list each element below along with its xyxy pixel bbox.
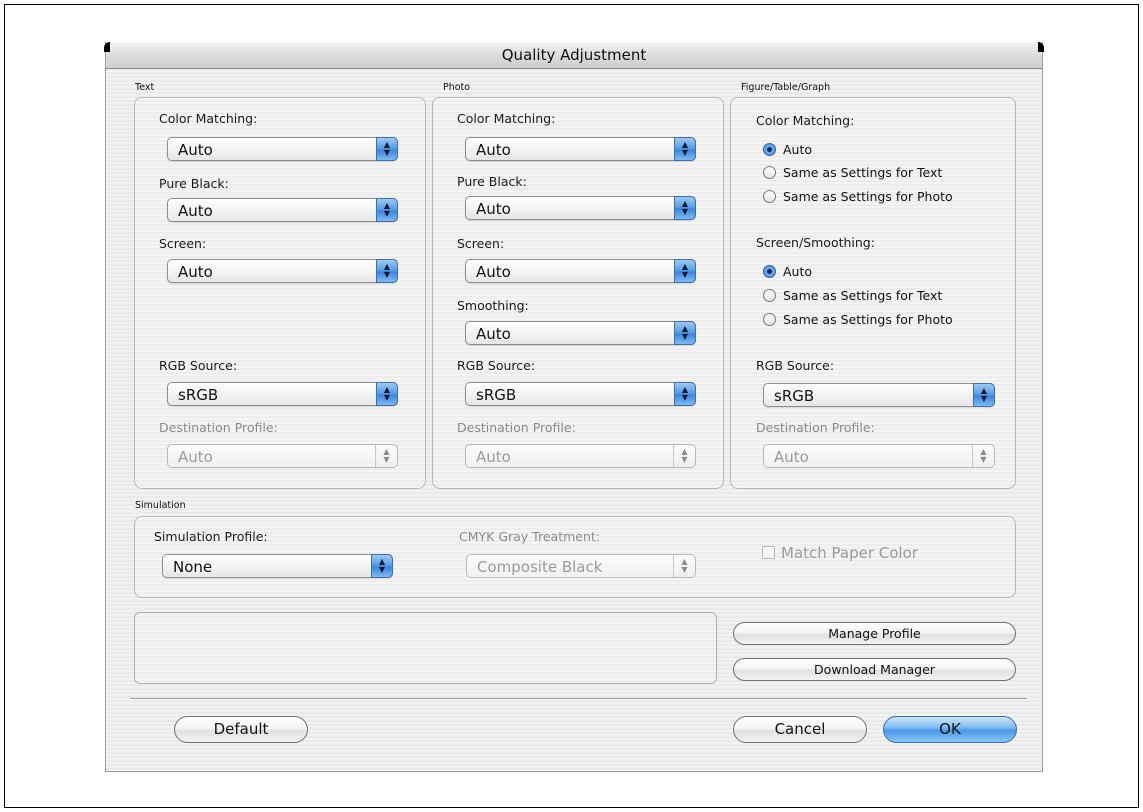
- manage-profile-button[interactable]: Manage Profile: [733, 622, 1016, 645]
- cancel-button[interactable]: Cancel: [733, 716, 867, 743]
- text-destination-profile-popup: Auto ▲ ▼: [167, 444, 398, 468]
- text-color-matching-popup[interactable]: Auto ▲ ▼: [167, 137, 398, 161]
- figure-destination-profile-popup: Auto ▲ ▼: [763, 444, 995, 468]
- match-paper-color-checkbox: Match Paper Color: [762, 544, 918, 562]
- text-rgb-source-label: RGB Source:: [159, 358, 238, 373]
- up-down-arrows-icon: ▲ ▼: [376, 137, 398, 161]
- up-down-arrows-icon: ▲ ▼: [972, 445, 994, 467]
- radio-icon: [763, 190, 776, 203]
- radio-selected-icon: [763, 265, 776, 278]
- popup-value: Auto: [476, 263, 511, 281]
- figure-ss-radio-same-text[interactable]: Same as Settings for Text: [763, 288, 942, 303]
- radio-label: Same as Settings for Text: [783, 165, 943, 180]
- message-area: [134, 612, 717, 684]
- radio-label: Auto: [783, 142, 813, 157]
- figure-group-label: Figure/Table/Graph: [741, 82, 831, 93]
- up-down-arrows-icon: ▲ ▼: [376, 382, 398, 406]
- photo-pure-black-popup[interactable]: Auto ▲ ▼: [465, 196, 696, 220]
- radio-label: Same as Settings for Photo: [783, 312, 953, 327]
- up-down-arrows-icon: ▲ ▼: [375, 445, 397, 467]
- photo-destination-profile-label: Destination Profile:: [457, 420, 576, 435]
- figure-color-matching-label: Color Matching:: [756, 113, 855, 128]
- popup-value: Auto: [476, 448, 511, 466]
- checkbox-label: Match Paper Color: [781, 544, 918, 562]
- figure-cm-radio-same-text[interactable]: Same as Settings for Text: [763, 165, 942, 180]
- up-down-arrows-icon: ▲ ▼: [674, 259, 696, 283]
- photo-screen-label: Screen:: [457, 236, 505, 251]
- photo-smoothing-label: Smoothing:: [457, 298, 529, 313]
- text-screen-popup[interactable]: Auto ▲ ▼: [167, 259, 398, 283]
- figure-ss-radio-same-photo[interactable]: Same as Settings for Photo: [763, 312, 953, 327]
- up-down-arrows-icon: ▲ ▼: [673, 555, 695, 577]
- up-down-arrows-icon: ▲ ▼: [674, 321, 696, 345]
- popup-value: Composite Black: [477, 558, 603, 576]
- popup-value: Auto: [476, 200, 511, 218]
- photo-color-matching-popup[interactable]: Auto ▲ ▼: [465, 137, 696, 161]
- radio-selected-icon: [763, 143, 776, 156]
- title-bar: Quality Adjustment: [104, 42, 1044, 69]
- window-title: Quality Adjustment: [501, 46, 647, 64]
- text-pure-black-label: Pure Black:: [159, 176, 229, 191]
- radio-icon: [763, 166, 776, 179]
- text-group-label: Text: [135, 82, 155, 93]
- popup-value: Auto: [178, 141, 213, 159]
- popup-value: sRGB: [774, 387, 815, 405]
- simulation-profile-label: Simulation Profile:: [154, 529, 268, 544]
- popup-value: Auto: [178, 448, 213, 466]
- figure-cm-radio-auto[interactable]: Auto: [763, 142, 812, 157]
- text-rgb-source-popup[interactable]: sRGB ▲ ▼: [167, 382, 398, 406]
- separator: [130, 698, 1027, 699]
- popup-value: Auto: [476, 325, 511, 343]
- quality-adjustment-dialog: Quality Adjustment Text Color Matching: …: [104, 42, 1044, 772]
- up-down-arrows-icon: ▲ ▼: [376, 259, 398, 283]
- photo-pure-black-label: Pure Black:: [457, 174, 527, 189]
- photo-rgb-source-popup[interactable]: sRGB ▲ ▼: [465, 382, 696, 406]
- figure-ss-radio-auto[interactable]: Auto: [763, 264, 812, 279]
- text-pure-black-popup[interactable]: Auto ▲ ▼: [167, 198, 398, 222]
- photo-screen-popup[interactable]: Auto ▲ ▼: [465, 259, 696, 283]
- popup-value: Auto: [774, 448, 809, 466]
- photo-rgb-source-label: RGB Source:: [457, 358, 536, 373]
- simulation-group-label: Simulation: [135, 500, 186, 511]
- popup-value: sRGB: [476, 386, 517, 404]
- download-manager-button[interactable]: Download Manager: [733, 658, 1016, 681]
- popup-value: Auto: [178, 263, 213, 281]
- text-destination-profile-label: Destination Profile:: [159, 420, 278, 435]
- photo-group-label: Photo: [443, 82, 471, 93]
- figure-rgb-source-label: RGB Source:: [756, 358, 835, 373]
- up-down-arrows-icon: ▲ ▼: [674, 196, 696, 220]
- popup-value: sRGB: [178, 386, 219, 404]
- figure-destination-profile-label: Destination Profile:: [756, 420, 875, 435]
- popup-value: Auto: [178, 202, 213, 220]
- ok-button[interactable]: OK: [883, 716, 1017, 743]
- simulation-profile-popup[interactable]: None ▲ ▼: [162, 554, 393, 578]
- up-down-arrows-icon: ▲ ▼: [973, 383, 995, 407]
- figure-rgb-source-popup[interactable]: sRGB ▲ ▼: [763, 383, 995, 407]
- figure-screen-smoothing-label: Screen/Smoothing:: [756, 235, 875, 250]
- popup-value: Auto: [476, 141, 511, 159]
- up-down-arrows-icon: ▲ ▼: [674, 382, 696, 406]
- radio-icon: [763, 313, 776, 326]
- radio-label: Same as Settings for Text: [783, 288, 943, 303]
- popup-value: None: [173, 558, 213, 576]
- up-down-arrows-icon: ▲ ▼: [371, 554, 393, 578]
- text-screen-label: Screen:: [159, 236, 207, 251]
- photo-color-matching-label: Color Matching:: [457, 111, 556, 126]
- default-button[interactable]: Default: [174, 716, 308, 743]
- radio-label: Same as Settings for Photo: [783, 189, 953, 204]
- up-down-arrows-icon: ▲ ▼: [674, 137, 696, 161]
- radio-icon: [763, 289, 776, 302]
- cmyk-gray-treatment-label: CMYK Gray Treatment:: [459, 529, 600, 544]
- up-down-arrows-icon: ▲ ▼: [673, 445, 695, 467]
- photo-smoothing-popup[interactable]: Auto ▲ ▼: [465, 321, 696, 345]
- figure-cm-radio-same-photo[interactable]: Same as Settings for Photo: [763, 189, 953, 204]
- radio-label: Auto: [783, 264, 813, 279]
- checkbox-icon: [762, 546, 775, 559]
- text-color-matching-label: Color Matching:: [159, 111, 258, 126]
- photo-destination-profile-popup: Auto ▲ ▼: [465, 444, 696, 468]
- up-down-arrows-icon: ▲ ▼: [376, 198, 398, 222]
- title-corner-left: [104, 42, 110, 52]
- cmyk-gray-treatment-popup: Composite Black ▲ ▼: [466, 554, 696, 578]
